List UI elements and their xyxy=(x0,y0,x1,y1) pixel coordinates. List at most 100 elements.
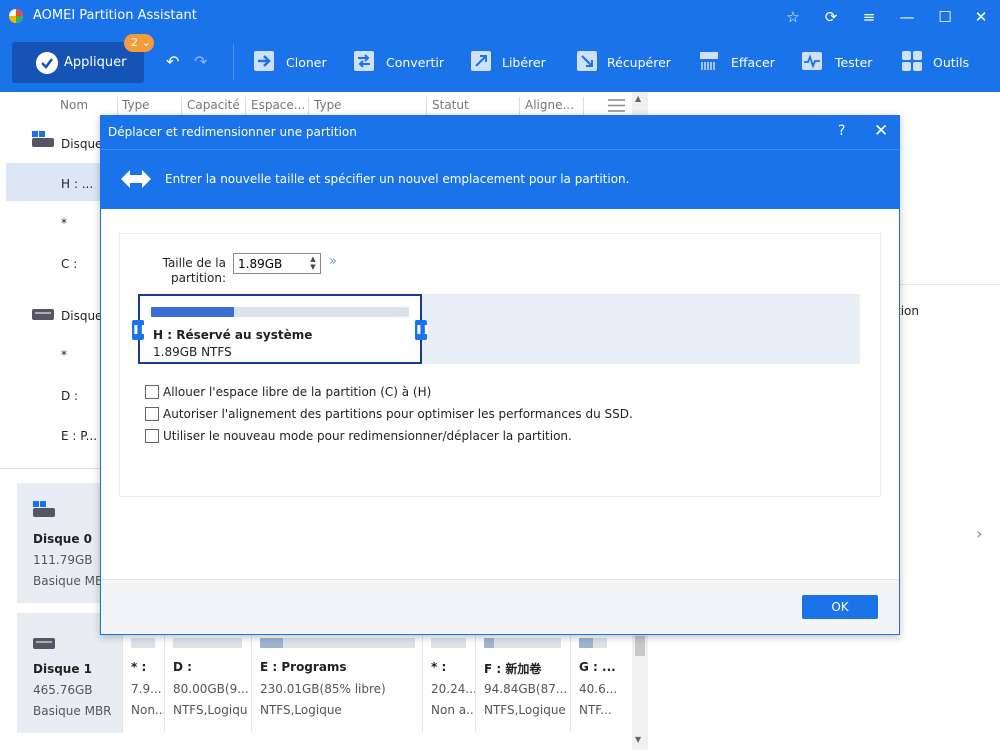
dialog-footer: OK xyxy=(101,579,899,634)
partition-cell[interactable]: D : 80.00GB(9... NTFS,Logiqu xyxy=(164,632,250,732)
column-divider xyxy=(519,97,520,115)
column-header-alignment[interactable]: Aligne... xyxy=(525,98,574,112)
partition-usage-fill xyxy=(484,638,494,648)
tree-partition-unallocated[interactable]: * xyxy=(61,216,67,230)
column-divider xyxy=(426,97,427,115)
tree-partition-d[interactable]: D : xyxy=(61,389,78,403)
menu-icon[interactable]: ≡ xyxy=(856,6,882,28)
toolbar: Appliquer 2 ⌄ ↶ ↷ Cloner Convertir Libér… xyxy=(0,32,1000,92)
column-divider xyxy=(181,97,182,115)
disk-type: Basique MBR xyxy=(33,704,112,718)
partition-name: F : 新加卷 xyxy=(484,662,542,676)
maximize-icon[interactable]: ☐ xyxy=(932,6,958,28)
partition-type: NTFS,Logique xyxy=(484,703,566,717)
tree-partition-e[interactable]: E : P... xyxy=(61,429,97,443)
convert-icon xyxy=(354,51,374,71)
scroll-up-icon[interactable]: ▲ xyxy=(635,94,641,103)
test-icon xyxy=(802,52,822,70)
disk-icon xyxy=(32,131,54,147)
partition-usage-bar xyxy=(484,638,561,648)
partition-type: NTFS,Logique xyxy=(260,703,342,717)
column-header-space[interactable]: Espace... xyxy=(251,98,305,112)
help-icon[interactable]: ? xyxy=(838,123,845,139)
partition-usage-fill xyxy=(579,638,593,648)
column-settings-icon[interactable] xyxy=(608,99,625,112)
partition-block[interactable]: H : Réservé au système 1.89GB NTFS xyxy=(138,294,422,364)
partition-name: E : Programs xyxy=(260,660,347,674)
right-resize-handle[interactable]: ❚❚ xyxy=(415,320,430,340)
minimize-icon[interactable]: — xyxy=(894,6,920,28)
clone-icon xyxy=(254,51,274,71)
column-header-fstype[interactable]: Type xyxy=(314,98,342,112)
ssd-alignment-checkbox[interactable] xyxy=(145,407,159,421)
scroll-down-icon[interactable]: ▼ xyxy=(635,735,641,744)
partition-size: 20.24... xyxy=(431,682,477,696)
redo-icon[interactable]: ↷ xyxy=(194,52,207,71)
partition-cell[interactable]: G : ... 40.6... NTF... xyxy=(570,632,617,732)
partition-type: Non... xyxy=(131,703,167,717)
allocate-free-space-checkbox[interactable] xyxy=(145,385,159,399)
new-resize-mode-checkbox[interactable] xyxy=(145,429,159,443)
column-header-capacity[interactable]: Capacité xyxy=(187,98,240,112)
wipe-icon xyxy=(700,52,718,70)
partition-type: Non a... xyxy=(431,703,478,717)
convert-label: Convertir xyxy=(386,55,445,70)
partition-usage-bar xyxy=(579,638,607,648)
disk-icon xyxy=(32,309,54,320)
star-icon[interactable]: ☆ xyxy=(780,6,806,28)
window-title: AOMEI Partition Assistant xyxy=(33,8,197,23)
spinner-down-icon[interactable]: ▼ xyxy=(307,263,319,271)
partition-usage-fill xyxy=(151,307,234,317)
tree-partition-unallocated[interactable]: * xyxy=(61,348,67,362)
spinner-up-icon[interactable]: ▲ xyxy=(307,255,319,263)
tree-partition-h[interactable]: H : ... xyxy=(61,177,93,191)
partition-usage-bar xyxy=(260,638,415,648)
disk-name: Disque 1 xyxy=(33,662,93,676)
tree-partition-c[interactable]: C : xyxy=(61,257,77,271)
partition-size: 7.9... xyxy=(131,682,162,696)
close-icon[interactable]: ✕ xyxy=(968,6,994,28)
partition-cell[interactable]: F : 新加卷 94.84GB(87... NTFS,Logique xyxy=(475,632,570,732)
apply-label: Appliquer xyxy=(64,55,127,70)
tree-disk-label[interactable]: Disque xyxy=(61,309,102,323)
partition-cell[interactable]: * : 20.24... Non a... xyxy=(422,632,478,732)
partition-cell[interactable]: * : 7.9... Non... xyxy=(122,632,167,732)
resize-partition-dialog: Déplacer et redimensionner une partition… xyxy=(100,115,900,635)
resize-arrows-icon xyxy=(121,170,151,188)
tools-icon xyxy=(902,51,922,71)
dialog-header: Entrer la nouvelle taille et spécifier u… xyxy=(101,149,899,209)
dialog-instruction: Entrer la nouvelle taille et spécifier u… xyxy=(165,172,630,186)
size-spinner[interactable]: ▲ ▼ xyxy=(307,255,319,272)
option-label: Autoriser l'alignement des partitions po… xyxy=(163,407,633,421)
refresh-icon[interactable]: ⟳ xyxy=(818,6,844,28)
apply-button[interactable]: Appliquer xyxy=(12,42,144,83)
pending-count-badge[interactable]: 2 ⌄ xyxy=(124,34,154,52)
left-resize-handle[interactable]: ❚❚ xyxy=(132,320,147,340)
partition-usage-bar xyxy=(131,638,155,648)
undo-icon[interactable]: ↶ xyxy=(166,52,179,71)
expand-icon[interactable]: » xyxy=(329,254,337,269)
selected-row-highlight xyxy=(6,163,110,201)
partition-usage-bar xyxy=(151,307,409,317)
dialog-close-icon[interactable]: ✕ xyxy=(874,121,888,141)
partition-name: H : Réservé au système xyxy=(153,328,313,342)
column-header-status[interactable]: Statut xyxy=(432,98,469,112)
chevron-right-icon[interactable]: › xyxy=(976,524,982,543)
partition-size: 1.89GB NTFS xyxy=(153,345,232,359)
dialog-title: Déplacer et redimensionner une partition xyxy=(108,125,357,139)
wipe-label: Effacer xyxy=(731,55,775,70)
scrollbar-thumb[interactable] xyxy=(635,636,645,656)
partition-cell[interactable]: E : Programs 230.01GB(85% libre) NTFS,Lo… xyxy=(251,632,422,732)
tree-disk-label[interactable]: Disque xyxy=(61,137,102,151)
partition-size: 80.00GB(9... xyxy=(173,682,249,696)
disk-icon xyxy=(33,501,55,517)
partition-size: 94.84GB(87... xyxy=(484,682,568,696)
app-logo-icon xyxy=(9,9,23,23)
ok-button[interactable]: OK xyxy=(802,595,878,619)
partition-name: G : ... xyxy=(579,660,616,674)
column-header-type[interactable]: Type xyxy=(122,98,150,112)
column-header-name[interactable]: Nom xyxy=(60,98,88,112)
clone-label: Cloner xyxy=(286,55,327,70)
size-label: Taille de la partition: xyxy=(162,256,226,285)
dialog-content: Taille de la partition: ▲ ▼ » H : Réserv… xyxy=(119,233,881,497)
